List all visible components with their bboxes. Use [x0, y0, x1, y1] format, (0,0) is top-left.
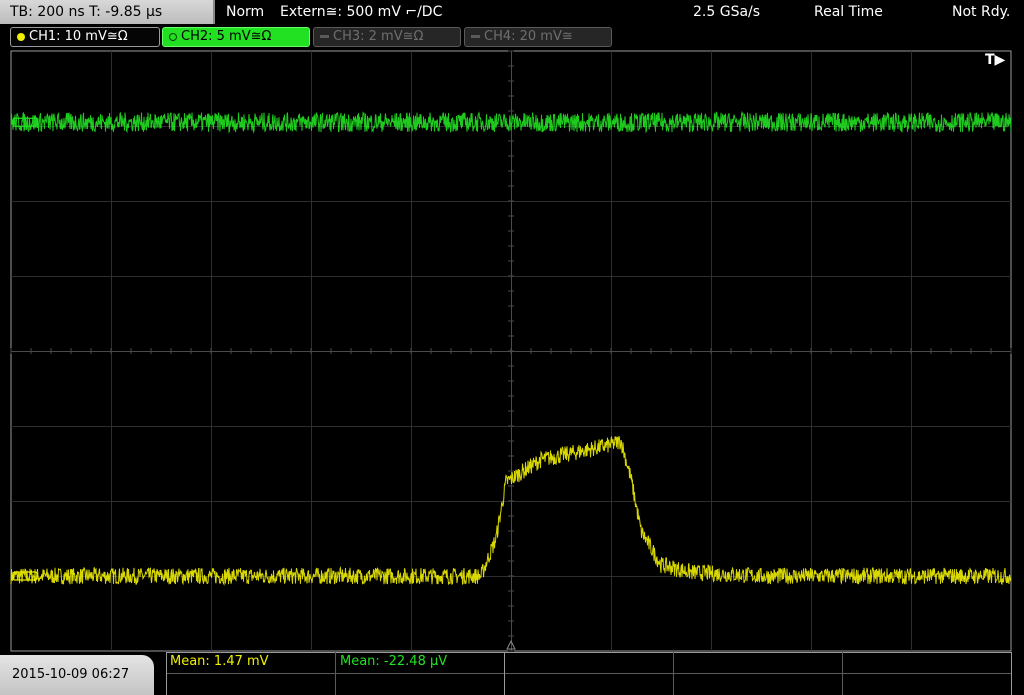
waveform-display[interactable]	[0, 0, 1024, 652]
trigger-position-marker[interactable]: T▶	[985, 52, 1005, 68]
ch2-mean-measurement[interactable]: Mean: -22.48 µV	[336, 652, 447, 672]
channel-4-label: CH4: 20 mV≅	[484, 29, 573, 44]
channel-3-tab[interactable]: CH3: 2 mV≅Ω	[313, 27, 461, 47]
channel-3-off-icon	[320, 35, 329, 38]
channel-2-tab[interactable]: CH2: 5 mV≅Ω	[162, 27, 310, 47]
sample-rate[interactable]: 2.5 GSa/s	[693, 0, 760, 24]
trigger-state: Not Rdy.	[952, 4, 1011, 20]
channel-2-dot-icon	[169, 32, 177, 41]
channel-4-tab[interactable]: CH4: 20 mV≅	[464, 27, 612, 47]
channel-1-label: CH1: 10 mV≅Ω	[29, 29, 128, 44]
status-bar: TB: 200 ns T: -9.85 µs Norm Extern≅: 500…	[0, 0, 1024, 24]
channel-3-label: CH3: 2 mV≅Ω	[333, 29, 424, 44]
channel-1-dot-icon	[17, 32, 25, 41]
acquisition-mode[interactable]: Norm	[226, 0, 264, 24]
acquisition-type[interactable]: Real Time	[814, 0, 883, 24]
channel-1-tab[interactable]: CH1: 10 mV≅Ω	[10, 27, 160, 47]
datetime-display: 2015-10-09 06:27	[0, 655, 154, 695]
measurement-panel[interactable]: Mean: 1.47 mV Mean: -22.48 µV	[166, 652, 1012, 695]
measurement-grid	[166, 652, 1012, 695]
ch1-mean-measurement[interactable]: Mean: 1.47 mV	[166, 652, 269, 672]
channel-4-off-icon	[471, 35, 480, 38]
trigger-settings[interactable]: Extern≅: 500 mV ⌐/DC	[280, 0, 442, 24]
channel-2-label: CH2: 5 mV≅Ω	[181, 29, 272, 44]
timebase-display[interactable]: TB: 200 ns T: -9.85 µs	[0, 0, 215, 24]
